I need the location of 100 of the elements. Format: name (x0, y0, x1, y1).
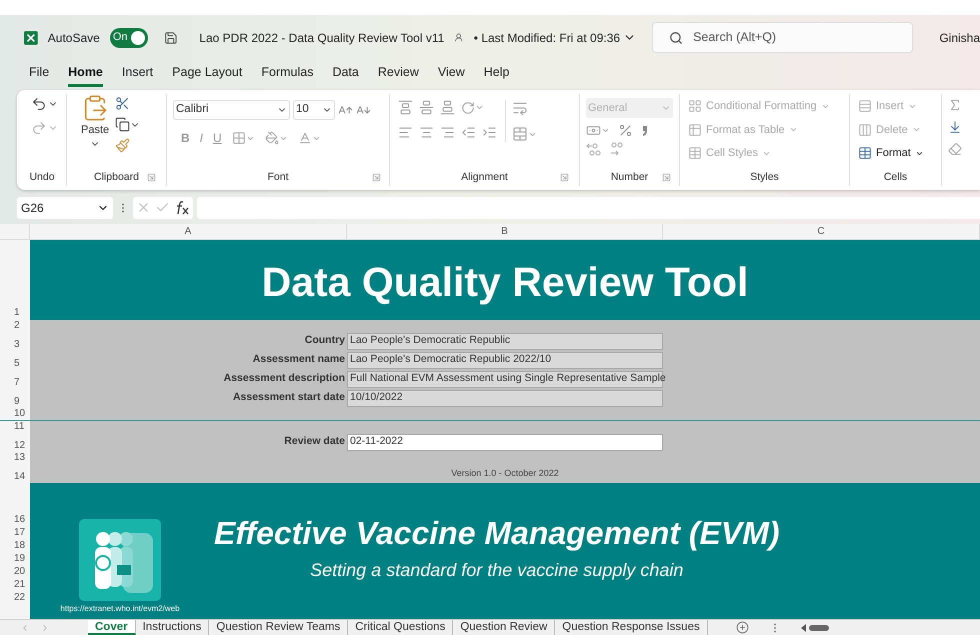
search-input[interactable]: Search (Alt+Q) (693, 28, 894, 47)
clear-icon[interactable] (948, 142, 962, 156)
decrease-decimal-icon[interactable] (608, 142, 624, 156)
sheet-tab[interactable]: Cover (88, 620, 136, 635)
horizontal-scrollbar-icon[interactable] (800, 624, 831, 632)
align-left-icon[interactable] (398, 125, 413, 140)
user-name[interactable]: Ginisha (939, 28, 980, 46)
sheet-tab[interactable]: Instructions (136, 620, 210, 635)
row-number[interactable]: 3 (14, 338, 20, 351)
field-value: 10/10/2022 (347, 390, 663, 407)
align-bottom-icon[interactable] (440, 100, 455, 115)
group-label: Number (610, 170, 648, 186)
search-field[interactable]: Search (Alt+Q) (652, 22, 914, 53)
function-icon[interactable] (174, 200, 190, 214)
dialog-launcher-icon[interactable] (662, 173, 671, 182)
row-number[interactable]: 18 (14, 538, 30, 552)
borders-icon[interactable] (232, 131, 246, 145)
cut-icon[interactable] (115, 96, 130, 111)
field-label: Assessment description (224, 371, 345, 386)
align-middle-icon[interactable] (419, 100, 434, 115)
grid-icon (858, 122, 872, 137)
row-number[interactable]: 16 (14, 512, 30, 526)
ribbon-tab[interactable]: Help (484, 61, 510, 87)
ribbon-tab[interactable]: Home (68, 61, 103, 87)
align-right-icon[interactable] (440, 125, 455, 140)
increase-decimal-icon[interactable] (586, 142, 602, 156)
grid-icon (858, 99, 872, 114)
column-header[interactable]: B (501, 224, 508, 239)
ribbon-tab[interactable]: Data (332, 61, 359, 87)
fill-icon[interactable] (948, 120, 962, 134)
sheet-tab[interactable]: Question Review Teams (209, 620, 348, 635)
group-label: Cells (884, 170, 908, 186)
group-label: Undo (29, 170, 55, 186)
fill-color-icon[interactable] (264, 131, 279, 145)
dialog-launcher-icon[interactable] (372, 173, 381, 182)
row-number[interactable]: 20 (14, 564, 30, 578)
website-link[interactable]: https://extranet.who.int/evm2/web (60, 603, 180, 615)
copy-icon[interactable] (115, 117, 130, 132)
increase-indent-icon[interactable] (482, 125, 497, 140)
title-banner: Data Quality Review Tool (30, 240, 980, 320)
merge-cells-icon[interactable] (512, 126, 528, 142)
font-name-dropdown[interactable]: Calibri (173, 100, 290, 120)
dialog-launcher-icon[interactable] (147, 173, 156, 182)
column-header[interactable]: A (184, 224, 192, 239)
decrease-indent-icon[interactable] (461, 125, 476, 140)
group-label: Font (267, 170, 288, 186)
banner-heading: Effective Vaccine Management (EVM) (214, 514, 780, 554)
font-size-dropdown[interactable]: 10 (293, 100, 335, 120)
search-icon (669, 30, 684, 44)
autosave-toggle[interactable]: On (110, 28, 148, 48)
row-number[interactable]: 1 (14, 304, 20, 320)
row-number[interactable]: 2 (14, 320, 20, 332)
undo-icon[interactable] (31, 96, 47, 112)
figures-logo-icon (79, 518, 161, 601)
version-note: Version 1.0 - October 2022 (451, 466, 559, 480)
redo-icon[interactable] (31, 120, 47, 136)
wrap-text-icon[interactable] (512, 100, 528, 116)
ribbon-tab[interactable]: Insert (122, 61, 154, 87)
sheet-tab[interactable]: Critical Questions (348, 620, 454, 635)
align-center-icon[interactable] (419, 125, 434, 140)
field-label: Assessment name (252, 352, 345, 368)
field-value: Lao People's Democratic Republic 2022/10 (347, 352, 663, 369)
percent-icon[interactable] (618, 123, 633, 138)
row-number[interactable]: 21 (14, 578, 30, 591)
group-label: Styles (750, 170, 779, 186)
ribbon-tab[interactable]: View (438, 61, 465, 87)
spreadsheet-app-icon (24, 30, 38, 46)
paste-button[interactable]: Paste (81, 94, 110, 153)
last-modified-button[interactable]: • Last Modified: Fri at 09:36 (474, 28, 636, 46)
row-number[interactable]: 5 (14, 358, 20, 370)
font-color-icon[interactable] (298, 131, 312, 145)
dialog-launcher-icon[interactable] (560, 173, 569, 182)
name-box[interactable]: G26 (17, 196, 113, 218)
save-icon[interactable] (164, 30, 178, 46)
cells-menu-button[interactable]: Format (858, 145, 933, 162)
add-sheet-icon[interactable] (736, 621, 749, 634)
person-icon (454, 32, 464, 43)
sheet-tab[interactable]: Question Response Issues (555, 620, 708, 635)
comma-style-icon[interactable] (641, 124, 649, 136)
ribbon-tab[interactable]: Page Layout (172, 61, 242, 87)
row-number[interactable]: 9 (14, 396, 20, 408)
formula-field[interactable] (197, 196, 980, 218)
field-value: Full National EVM Assessment using Single Representative Sample (347, 370, 663, 388)
row-number[interactable]: 17 (14, 526, 30, 539)
sheet-tab[interactable]: Question Review (453, 620, 556, 635)
orientation-icon[interactable] (461, 100, 475, 114)
field-value: 02-11-2022 (347, 434, 663, 451)
document-title: Lao PDR 2022 - Data Quality Review Tool v11 (199, 30, 444, 46)
row-number[interactable]: 7 (14, 376, 20, 389)
column-header[interactable]: C (817, 224, 825, 239)
align-top-icon[interactable] (398, 100, 413, 115)
group-label: Alignment (461, 170, 508, 186)
ribbon-tab[interactable]: File (29, 61, 50, 87)
autosum-icon[interactable] (948, 98, 962, 112)
row-number[interactable]: 22 (14, 590, 30, 604)
ribbon-tab[interactable]: Formulas (261, 61, 314, 87)
row-number[interactable]: 19 (14, 552, 30, 565)
format-painter-icon[interactable] (115, 138, 130, 153)
ribbon-tab[interactable]: Review (378, 61, 419, 87)
field-label: Country (304, 333, 345, 348)
